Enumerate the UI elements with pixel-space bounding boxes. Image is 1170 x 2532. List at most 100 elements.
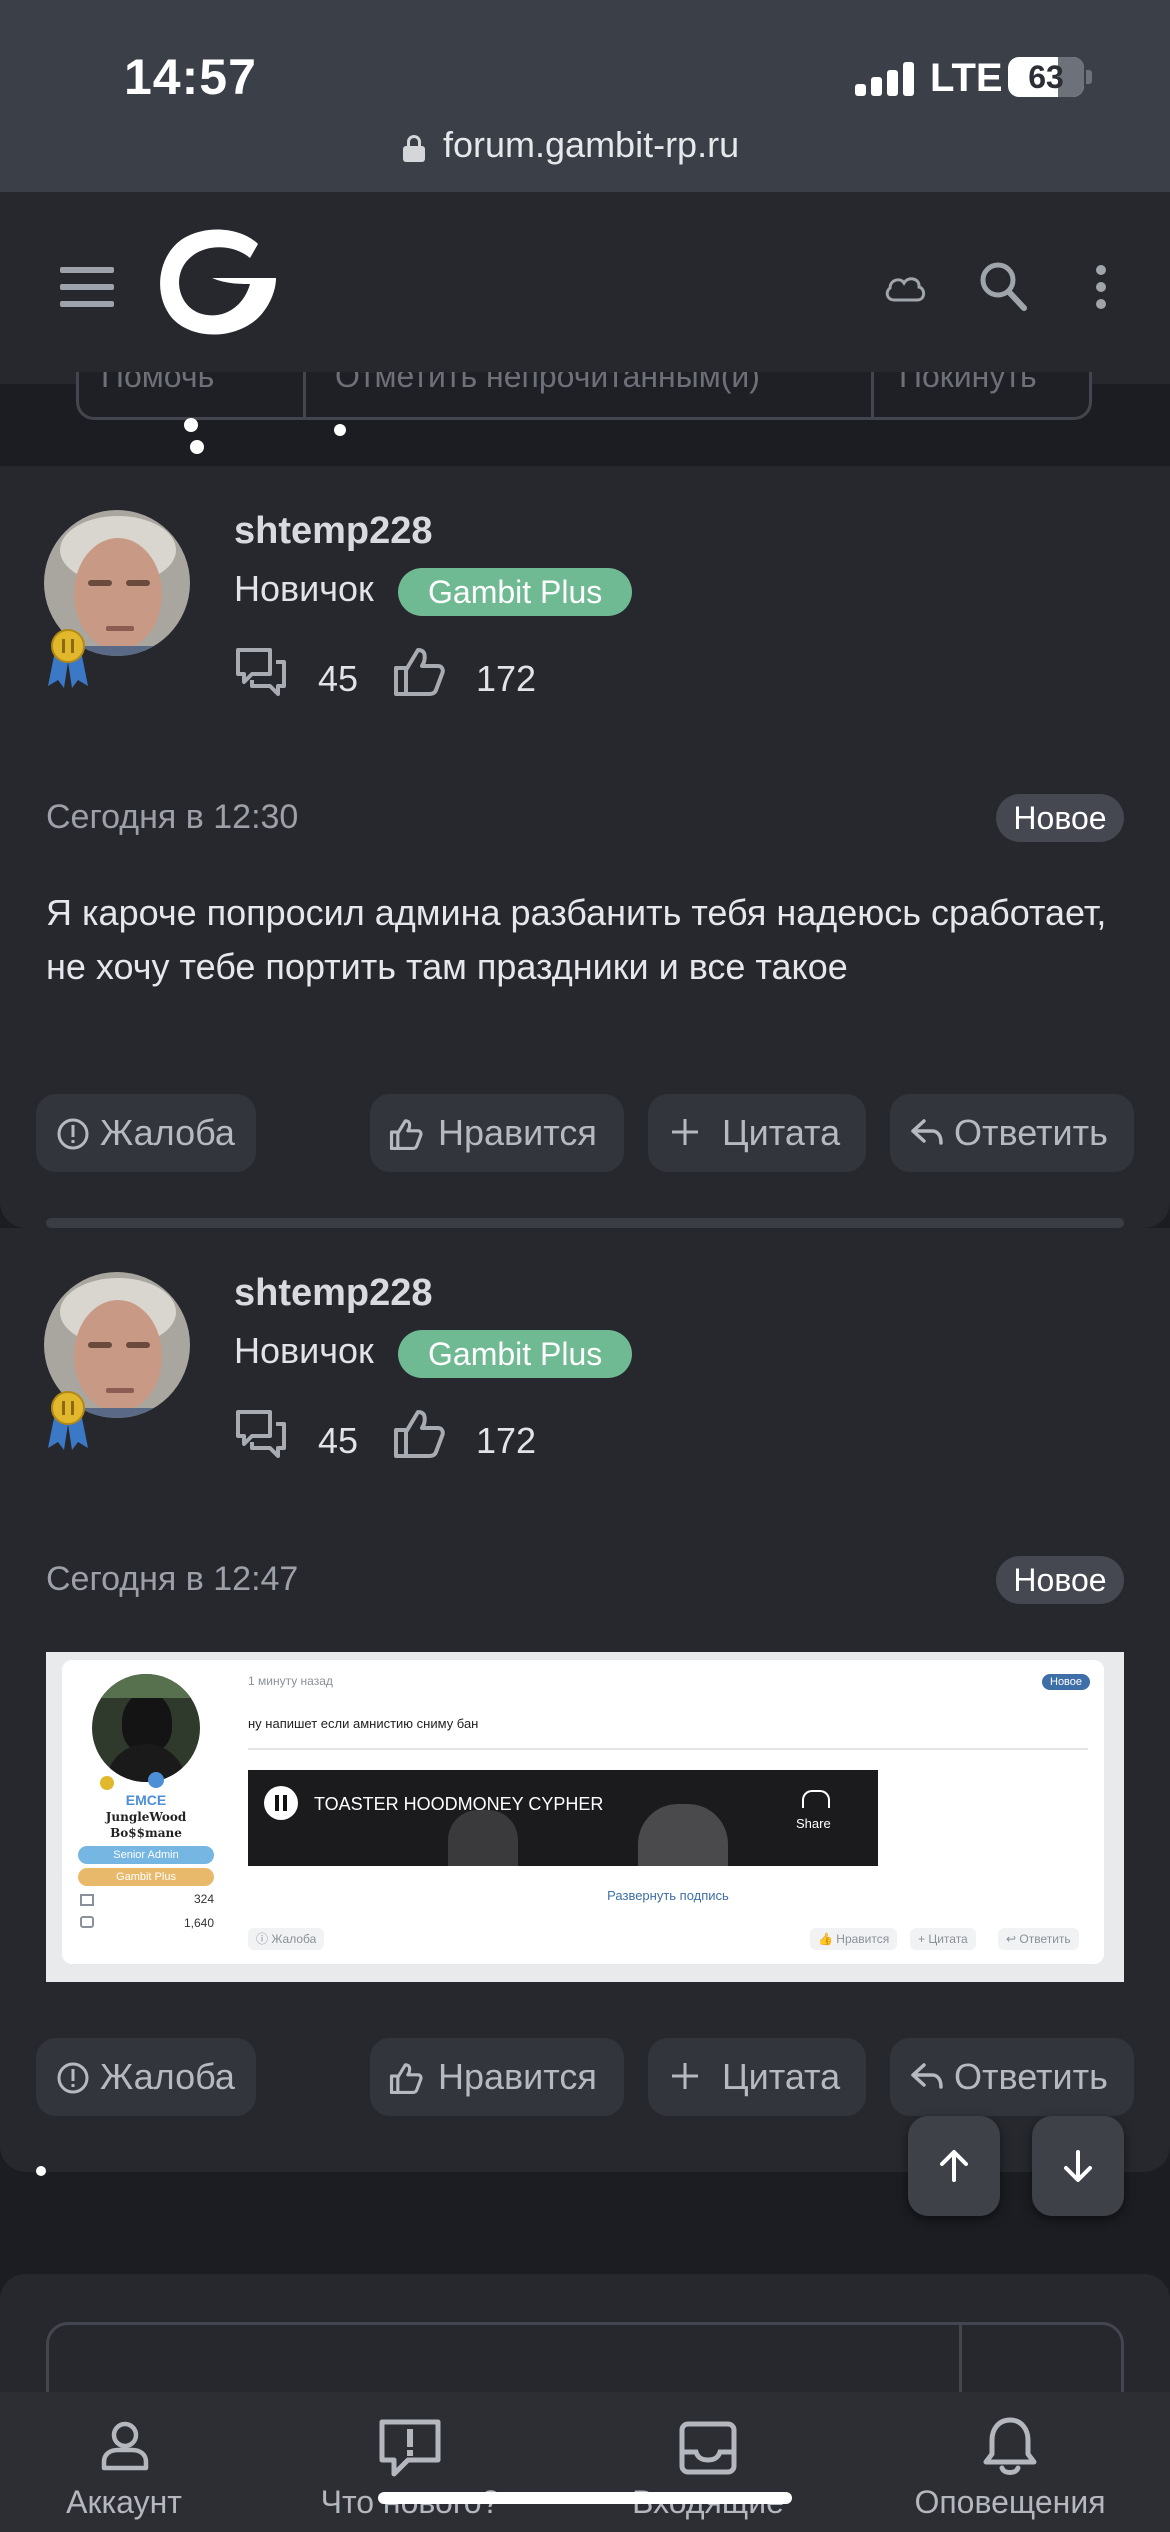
tab-account[interactable]: Аккаунт [28,2392,220,2532]
embedded-like-button: 👍 Нравится [810,1928,898,1950]
video-share-label: Share [796,1816,831,1831]
messages-count: 45 [318,1420,359,1461]
tab-whats-new[interactable]: Что нового? [300,2392,520,2532]
scroll-up-button[interactable] [908,2116,1000,2216]
like-label: Нравится [438,1112,597,1153]
embedded-title-2: Bo$$mane [110,1826,182,1840]
alert-comment-icon [379,2419,441,2477]
app-header [0,192,1170,384]
reply-label: Ответить [954,2056,1108,2097]
embedded-messages-count: 324 [193,1892,214,1906]
post-username[interactable]: shtemp228 [234,510,433,553]
like-button[interactable]: Нравится [370,2038,624,2116]
embedded-role-badge: Senior Admin [78,1846,214,1864]
video-channel-icon [264,1786,298,1820]
tab-inbox[interactable]: Входящие [602,2392,814,2532]
quote-button[interactable]: Цитата [648,1094,866,1172]
more-vertical-icon[interactable] [1094,264,1108,310]
thread-toolbar: Помочь Отметить непрочитанным(и) Покинут… [76,372,1092,420]
medal-icon [48,629,88,688]
embedded-expand-link: Развернуть подпись [607,1888,729,1903]
tab-alerts-label: Оповещения [914,2484,1106,2520]
snow-particle [36,2166,46,2176]
medal-icon [48,1391,88,1450]
messages-icon [236,648,286,696]
gambit-logo[interactable] [150,222,280,342]
messages-icon [236,1410,286,1458]
quote-label: Цитата [722,2056,841,2097]
status-bar: 14:57 LTE 63 forum.gambit-rp.ru [0,0,1170,192]
post-date[interactable]: Сегодня в 12:47 [46,1560,298,1599]
post-username[interactable]: shtemp228 [234,1272,433,1315]
post-message: Я кароче попросил админа разбанить тебя … [46,892,1107,987]
user-icon [101,2421,149,2471]
report-label: Жалоба [100,2056,235,2097]
bell-icon [983,2417,1037,2475]
video-title: TOASTER HOODMONEY CYPHER [314,1794,604,1814]
verified-icon [148,1772,164,1788]
address-bar[interactable]: forum.gambit-rp.ru [443,124,739,166]
reply-icon [911,1119,943,1145]
thumbs-up-icon [394,1410,445,1458]
network-type: LTE [930,56,1003,100]
embedded-plus-badge: Gambit Plus [78,1868,214,1886]
menu-icon[interactable] [60,267,114,307]
snow-particle [334,424,346,436]
thumbs-up-icon [394,648,445,696]
thumbs-up-icon [389,1119,423,1151]
embedded-reply-button: ↩ Ответить [998,1928,1079,1950]
embedded-message: ну напишет если амнистию сниму бан [248,1716,479,1731]
scroll-down-button[interactable] [1032,2116,1124,2216]
thread-toolbar-leave[interactable]: Покинуть [899,372,1037,395]
tab-alerts[interactable]: Оповещения [900,2392,1120,2532]
reply-button[interactable]: Ответить [890,1094,1134,1172]
signal-icon [855,62,915,96]
thread-toolbar-mark-unread[interactable]: Отметить непрочитанным(и) [335,372,760,395]
reply-button[interactable]: Ответить [890,2038,1134,2116]
attached-screenshot[interactable]: EMCE JungleWood Bo$$mane Senior Admin Ga… [46,1652,1124,1982]
embedded-date: 1 минуту назад [248,1674,333,1688]
new-badge: Новое [996,794,1124,842]
embedded-username: EMCE [125,1792,167,1808]
battery-level: 63 [1028,59,1064,95]
warning-icon [57,2062,89,2094]
embedded-new-badge: Новое [1042,1674,1091,1690]
plus-icon [672,1119,698,1145]
search-icon[interactable] [978,260,1028,312]
like-label: Нравится [438,2056,597,2097]
report-label: Жалоба [100,1112,235,1153]
quote-label: Цитата [722,1112,841,1153]
cloud-icon[interactable] [884,272,926,304]
lock-icon [403,135,425,162]
gambit-plus-badge: Gambit Plus [398,1330,633,1378]
report-button[interactable]: Жалоба [36,1094,256,1172]
quote-button[interactable]: Цитата [648,2038,866,2116]
user-rank: Новичок [234,1330,374,1371]
arrow-up-icon [940,2150,968,2182]
post-card: shtemp228 Новичок Gambit Plus 45 172 Сег… [0,466,1170,1228]
battery-tip [1086,70,1092,84]
home-indicator[interactable] [378,2492,792,2504]
video-share-icon [802,1790,830,1808]
embedded-divider [248,1748,1088,1750]
embedded-quote-button: + Цитата [910,1928,976,1950]
reply-label: Ответить [954,1112,1108,1153]
embedded-title-1: JungleWood [105,1810,187,1824]
snow-particle [190,440,204,454]
thumbs-up-icon [389,2063,423,2095]
tab-account-label: Аккаунт [66,2484,182,2520]
arrow-down-icon [1064,2150,1092,2182]
report-button[interactable]: Жалоба [36,2038,256,2116]
post-date[interactable]: Сегодня в 12:30 [46,798,298,837]
reactions-count: 172 [476,658,537,699]
warning-icon [57,1118,89,1150]
battery-icon: 63 [1008,57,1084,97]
messages-count: 45 [318,658,359,699]
status-time: 14:57 [124,49,257,105]
thread-toolbar-help[interactable]: Помочь [101,372,214,395]
embedded-report-button: ⓘ Жалоба [248,1928,325,1950]
plus-icon [672,2063,698,2089]
embedded-post: EMCE JungleWood Bo$$mane Senior Admin Ga… [62,1660,1104,1964]
like-button[interactable]: Нравится [370,1094,624,1172]
snow-particle [184,418,198,432]
